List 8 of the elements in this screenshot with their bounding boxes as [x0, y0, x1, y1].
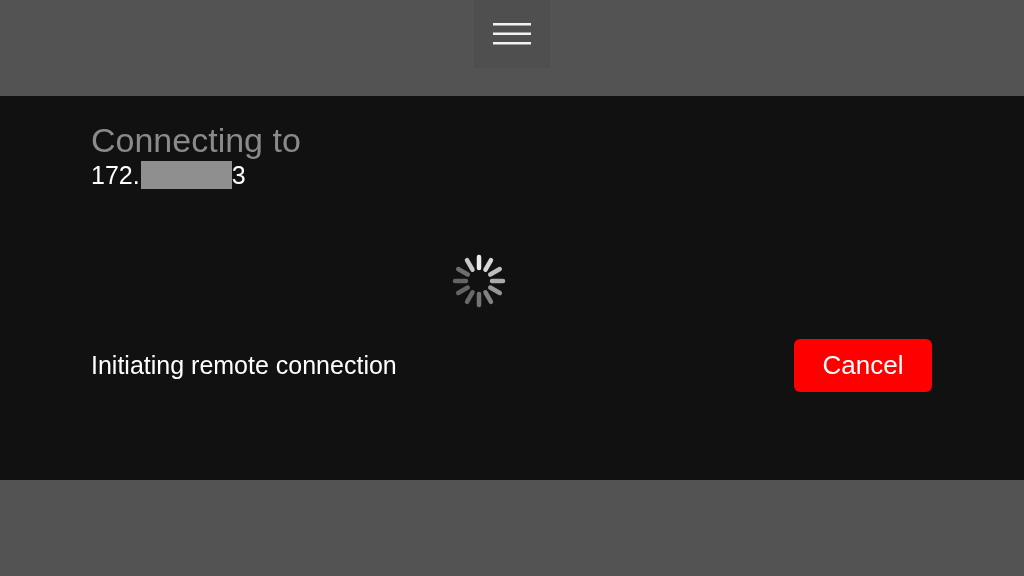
cancel-button[interactable]: Cancel: [794, 339, 932, 392]
address-text: 172.: [91, 160, 140, 190]
menu-icon: [491, 22, 532, 46]
loading-spinner-icon: [451, 254, 506, 308]
connecting-heading: Connecting to: [91, 120, 302, 160]
menu-button[interactable]: [473, 0, 550, 68]
address-text: 3: [231, 160, 246, 190]
status-message: Initiating remote connection: [91, 351, 397, 380]
